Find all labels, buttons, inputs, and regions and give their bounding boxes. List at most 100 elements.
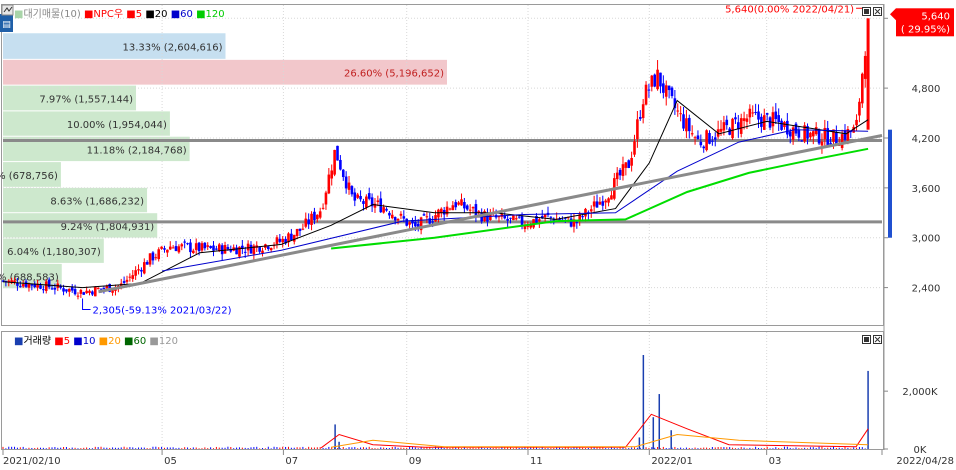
candle-body	[425, 216, 429, 218]
volume-panel-close-button[interactable]	[873, 335, 882, 344]
candle-body	[405, 218, 409, 226]
candle-body	[200, 243, 204, 251]
price-legend-marker: ■	[81, 9, 94, 20]
price-panel-close-button[interactable]	[873, 7, 882, 16]
candle-body	[336, 145, 339, 161]
candle-body	[353, 192, 357, 201]
candle-body	[543, 214, 547, 218]
candle-body	[13, 280, 16, 283]
candle-body	[431, 221, 434, 223]
candle-body	[318, 211, 322, 218]
candle-body	[604, 200, 607, 203]
volume-profile-label: 10.00% (1,954,044)	[67, 120, 167, 131]
candle-body	[835, 132, 838, 144]
candle-body	[356, 194, 359, 198]
candle-body	[209, 245, 212, 249]
price-legend-label: 60	[180, 9, 193, 20]
candle-body	[861, 73, 864, 104]
candle-body	[581, 216, 584, 218]
candle-body	[676, 110, 680, 112]
candle-body	[615, 172, 619, 180]
price-tick-label: 3,000	[912, 234, 941, 245]
current-price-value: 5,640	[921, 11, 950, 22]
current-price-change: ( 29.95%)	[901, 24, 950, 35]
candle-body	[774, 111, 778, 120]
candle-body	[641, 104, 645, 119]
volume-legend: ■거래량 ■5 ■10 ■20 ■60 ■120	[14, 335, 178, 347]
volume-profile-label: 8.63% (1,686,232)	[50, 197, 144, 208]
candle-body	[382, 207, 385, 213]
candle-body	[731, 118, 734, 139]
candle-body	[636, 119, 639, 140]
volume-panel-maximize-button[interactable]	[862, 335, 871, 344]
x-tick-label: 09	[409, 456, 422, 467]
price-tick-label: 4,200	[912, 134, 941, 145]
candle-body	[811, 131, 815, 137]
candle-body	[68, 288, 71, 292]
candle-body	[823, 127, 827, 140]
volume-legend-marker: ■	[121, 336, 134, 347]
candle-body	[339, 159, 342, 170]
side-toggle-button[interactable]: ▤	[0, 14, 13, 32]
candle-body	[96, 288, 100, 290]
candle-body	[194, 243, 198, 250]
candle-body	[151, 252, 155, 261]
volume-legend-label: 거래량	[23, 335, 51, 347]
candle-body	[598, 201, 602, 205]
candle-body	[310, 213, 313, 225]
candle-body	[575, 222, 579, 224]
candle-body	[292, 234, 296, 242]
candle-body	[137, 269, 140, 271]
x-axis: 2021/02/10 05 07 09 11 2022/01 03 2022/04/28	[2, 450, 954, 467]
candle-body	[212, 245, 215, 251]
candle-body	[506, 218, 509, 221]
price-panel-maximize-button[interactable]	[862, 7, 871, 16]
candle-body	[780, 120, 783, 130]
candle-body	[863, 55, 867, 79]
candle-body	[685, 118, 688, 132]
candle-body	[512, 215, 515, 221]
candle-body	[396, 218, 400, 221]
candle-body	[434, 215, 437, 222]
candle-body	[168, 246, 172, 250]
volume-profile-label: 13.33% (2,604,616)	[122, 43, 222, 54]
candle-body	[183, 241, 186, 243]
candle-body	[702, 146, 706, 149]
candle-body	[520, 215, 524, 226]
candle-body	[307, 219, 310, 225]
candle-body	[549, 216, 553, 218]
candle-body	[39, 285, 42, 289]
candle-body	[465, 205, 469, 210]
candle-body	[192, 250, 195, 254]
candle-body	[601, 201, 605, 206]
candle-body	[633, 141, 636, 155]
candle-body	[460, 199, 463, 206]
candle-body	[739, 118, 743, 134]
candle-body	[428, 218, 432, 224]
candle-body	[215, 248, 218, 250]
candle-body	[592, 201, 596, 207]
candle-body	[134, 270, 137, 276]
candle-body	[65, 289, 68, 292]
candle-body	[624, 162, 628, 168]
candle-body	[584, 208, 587, 217]
candle-body	[748, 108, 752, 118]
candle-body	[791, 127, 795, 140]
candle-body	[163, 248, 166, 250]
candle-body	[290, 233, 293, 241]
candle-body	[610, 195, 613, 200]
volume-legend-label: 60	[133, 336, 146, 347]
candle-body	[122, 281, 126, 283]
candle-body	[157, 249, 161, 260]
candle-body	[442, 210, 446, 215]
volume-tick-label: 0K	[914, 445, 927, 456]
candle-body	[186, 243, 189, 245]
candle-body	[99, 288, 103, 290]
candle-body	[344, 176, 348, 189]
candle-body	[85, 290, 88, 294]
candle-body	[422, 214, 426, 216]
candle-body	[376, 200, 380, 203]
candle-body	[664, 85, 668, 97]
candle-body	[687, 117, 691, 132]
candle-body	[330, 170, 334, 179]
